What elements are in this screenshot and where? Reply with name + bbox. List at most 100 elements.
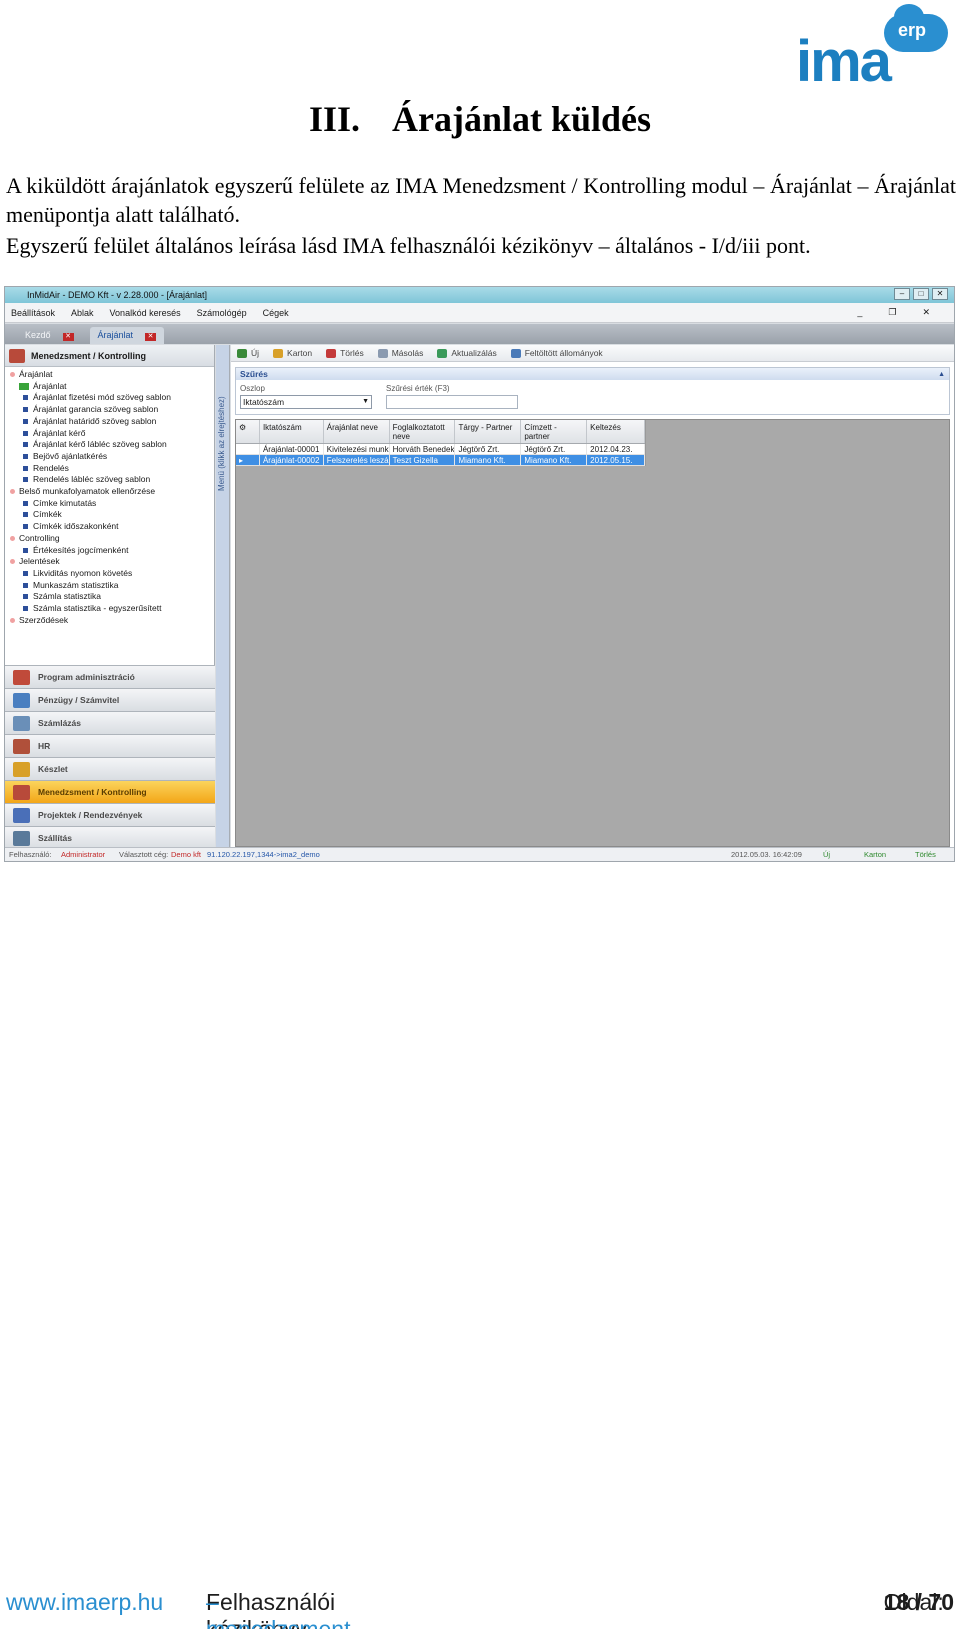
status-card[interactable]: Karton	[864, 848, 886, 861]
tree-item[interactable]: Bejövő ajánlatkérés	[7, 451, 214, 463]
tree-bullet-icon	[23, 465, 28, 471]
tree-item[interactable]: Likviditás nyomon követés	[7, 568, 214, 580]
module-tab[interactable]: Projektek / Rendezvények	[5, 803, 215, 826]
tree-item[interactable]: Controlling	[7, 533, 214, 545]
grid-header: ⚙ Iktatószám Árajánlat neve Foglalkoztat…	[236, 420, 646, 444]
copy-button[interactable]: Másolás	[377, 348, 424, 358]
column-header-arajanlat-neve[interactable]: Árajánlat neve	[324, 420, 390, 443]
tree-item[interactable]: Árajánlat határidő szöveg sablon	[7, 416, 214, 428]
module-tab[interactable]: HR	[5, 734, 215, 757]
column-header-targy-partner[interactable]: Tárgy - Partner	[455, 420, 522, 443]
column-header-keltezes[interactable]: Keltezés	[587, 420, 646, 443]
module-tab[interactable]: Szállítás	[5, 826, 215, 849]
column-header-cimzett-partner[interactable]: Címzett - partner	[521, 420, 588, 443]
uploaded-files-button[interactable]: Feltöltött állományok	[510, 348, 603, 358]
collapse-icon[interactable]: ▲	[938, 369, 945, 381]
refresh-button[interactable]: Aktualizálás	[437, 348, 497, 358]
page-footer: www.imaerp.hu Felhasználói kézikönyv – m…	[0, 1589, 960, 1629]
module-tab[interactable]: Számlázás	[5, 711, 215, 734]
menu-item-ablak[interactable]: Ablak	[71, 308, 94, 318]
tree-item-label: Belső munkafolyamatok ellenőrzése	[19, 486, 156, 497]
module-tab-label: HR	[38, 741, 51, 751]
tree-item[interactable]: Rendelés	[7, 463, 214, 475]
tree-item[interactable]: Árajánlat garancia szöveg sablon	[7, 404, 214, 416]
tree-item[interactable]: Szerződések	[7, 615, 214, 627]
module-icon	[13, 692, 30, 708]
tab-kezdo[interactable]: Kezdő ✕	[17, 327, 82, 344]
tree-item-label: Árajánlat fizetési mód szöveg sablon	[33, 392, 171, 403]
mdi-minimize-icon[interactable]: _	[857, 307, 862, 318]
offer-grid: ⚙ Iktatószám Árajánlat neve Foglalkoztat…	[236, 420, 646, 466]
user-label: Felhasználó:	[9, 850, 52, 859]
mdi-controls: _ ❐ ✕	[857, 307, 946, 318]
tree-item-label: Likviditás nyomon követés	[33, 567, 133, 578]
tree-item[interactable]: Címke kimutatás	[7, 498, 214, 510]
module-tab[interactable]: Program adminisztráció	[5, 665, 215, 688]
new-label: Új	[251, 348, 260, 358]
footer-page-label: Oldal:	[883, 1589, 944, 1615]
table-cell: Teszt Gizella	[390, 455, 456, 465]
tree-item[interactable]: Munkaszám statisztika	[7, 580, 214, 592]
logo-badge: erp	[884, 4, 948, 52]
copy-label: Másolás	[391, 348, 424, 358]
table-row[interactable]: ▸Árajánlat-00002Felszerelés leszállítáTe…	[236, 455, 646, 466]
module-header: Menedzsment / Kontrolling	[5, 345, 214, 367]
tree-item-label: Címke kimutatás	[33, 497, 97, 508]
filter-value-input[interactable]	[386, 395, 518, 409]
tree-item[interactable]: Belső munkafolyamatok ellenőrzése	[7, 486, 214, 498]
card-button[interactable]: Karton	[273, 348, 312, 358]
tab-close-icon[interactable]: ✕	[145, 333, 157, 341]
tree-item[interactable]: Árajánlat kérő lábléc szöveg sablon	[7, 439, 214, 451]
company-label: Választott cég:	[119, 850, 169, 859]
tree-item[interactable]: Árajánlat	[7, 381, 214, 393]
status-delete[interactable]: Törlés	[915, 848, 936, 861]
column-header-iktatoszam[interactable]: Iktatószám	[260, 420, 324, 443]
row-indicator	[236, 444, 260, 454]
module-tab[interactable]: Készlet	[5, 757, 215, 780]
tree-item[interactable]: Számla statisztika - egyszerűsített	[7, 603, 214, 615]
module-tab-label: Menedzsment / Kontrolling	[38, 787, 147, 797]
footer-url[interactable]: www.imaerp.hu	[6, 1589, 163, 1616]
menu-item-cegek[interactable]: Cégek	[263, 308, 289, 318]
filter-header[interactable]: Szűrés ▲	[236, 368, 949, 380]
tab-bar: Kezdő ✕ Árajánlat ✕	[5, 324, 954, 344]
tree-item[interactable]: Rendelés lábléc szöveg sablon	[7, 474, 214, 486]
new-button[interactable]: Új	[237, 348, 259, 358]
tree-item[interactable]: Címkék időszakonként	[7, 521, 214, 533]
tree-item[interactable]: Árajánlat	[7, 369, 214, 381]
menu-hide-strip[interactable]: Menü (klikk az elrejtéshez)	[216, 345, 230, 849]
tree-bullet-icon	[23, 524, 28, 530]
status-new[interactable]: Új	[823, 848, 830, 861]
module-tab[interactable]: Pénzügy / Számvitel	[5, 688, 215, 711]
table-row[interactable]: Árajánlat-00001Kivitelezési munkálaHorvá…	[236, 444, 646, 455]
tree-item[interactable]: Számla statisztika	[7, 591, 214, 603]
table-cell: Felszerelés leszállítá	[324, 455, 390, 465]
delete-button[interactable]: Törlés	[326, 348, 364, 358]
tab-arajanlat[interactable]: Árajánlat ✕	[89, 327, 165, 344]
tree-item[interactable]: Árajánlat kérő	[7, 428, 214, 440]
tree-bullet-icon	[10, 535, 15, 541]
page-title: III. Árajánlat küldés	[0, 98, 960, 140]
menu-item-beallitasok[interactable]: Beállítások	[11, 308, 55, 318]
minimize-icon[interactable]: –	[894, 288, 910, 300]
mdi-restore-icon[interactable]: ❐	[888, 307, 896, 318]
tree-item[interactable]: Értékesítés jogcímenként	[7, 545, 214, 557]
tree-item[interactable]: Jelentések	[7, 556, 214, 568]
main-content: Új Karton Törlés Másolás Aktualizálás Fe…	[231, 345, 954, 849]
tree-bullet-icon	[23, 582, 28, 588]
column-header-foglalkoztatott[interactable]: Foglalkoztatott neve	[390, 420, 456, 443]
module-tab[interactable]: Menedzsment / Kontrolling	[5, 780, 215, 803]
menu-item-szamologep[interactable]: Számológép	[197, 308, 247, 318]
tree-item[interactable]: Címkék	[7, 509, 214, 521]
tree-bullet-icon	[23, 453, 28, 459]
module-icon	[13, 738, 30, 754]
tree-item[interactable]: Árajánlat fizetési mód szöveg sablon	[7, 392, 214, 404]
column-select[interactable]: Iktatószám ▼	[240, 395, 372, 409]
mdi-close-icon[interactable]: ✕	[922, 307, 930, 318]
tab-close-icon[interactable]: ✕	[62, 333, 74, 341]
grid-settings-icon[interactable]: ⚙	[236, 420, 260, 443]
maximize-icon[interactable]: □	[913, 288, 929, 300]
menu-item-vonalkod[interactable]: Vonalkód keresés	[110, 308, 181, 318]
close-icon[interactable]: ✕	[932, 288, 948, 300]
tree-bullet-icon	[23, 407, 28, 413]
